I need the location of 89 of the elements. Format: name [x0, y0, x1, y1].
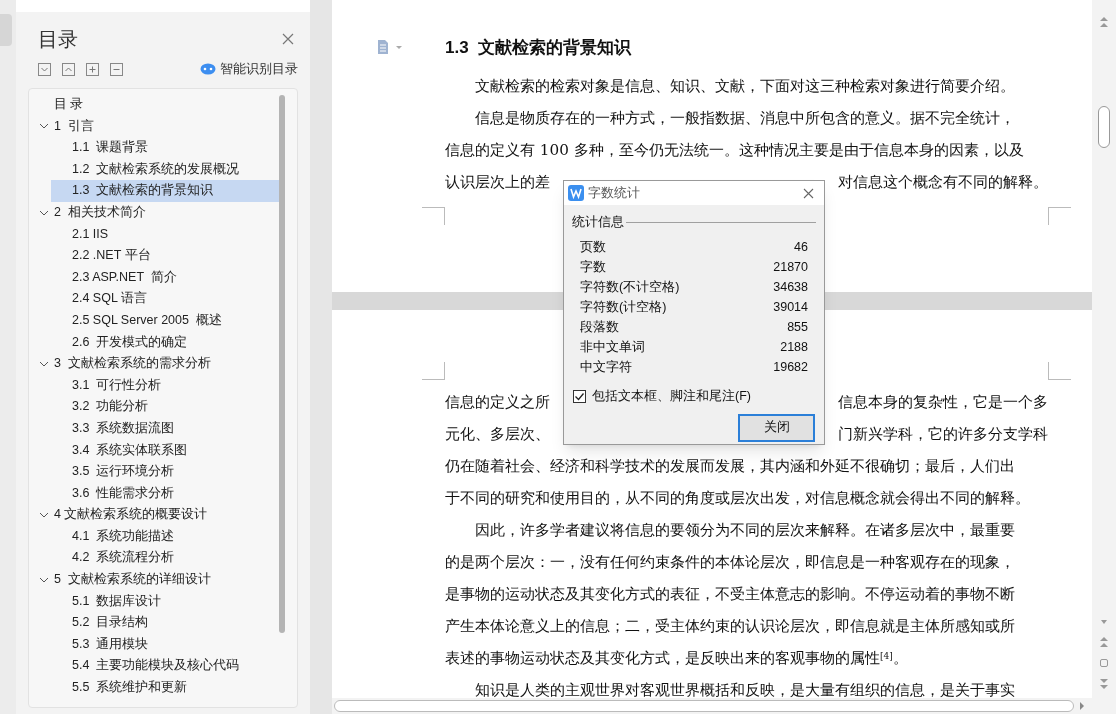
- text-line: 门新兴学科，它的许多分支学科: [838, 423, 1048, 445]
- text-line: 于不同的研究和使用目的，从不同的角度或层次出发，对信息概念就会得出不同的解释。: [445, 488, 1031, 509]
- stat-label: 非中文单词: [580, 339, 645, 357]
- paragraph-menu-icon[interactable]: [377, 40, 403, 54]
- margin-mark: [1048, 362, 1071, 380]
- stat-value: 2188: [780, 339, 808, 357]
- scrollbar-thumb[interactable]: [279, 95, 285, 633]
- stat-label: 字符数(不计空格): [580, 279, 680, 297]
- close-icon[interactable]: [803, 187, 814, 199]
- stat-value: 34638: [773, 279, 808, 297]
- checkbox[interactable]: [573, 389, 586, 403]
- add-icon[interactable]: [86, 62, 99, 76]
- outline-item[interactable]: 4.1 系统功能描述: [51, 525, 279, 548]
- select-browse-icon[interactable]: [1099, 658, 1109, 668]
- outline-item[interactable]: 4.2 系统流程分析: [51, 547, 279, 570]
- stat-label: 字符数(计空格): [580, 299, 667, 317]
- dialog-title: 字数统计: [588, 184, 640, 203]
- scrollbar-thumb[interactable]: [334, 700, 1074, 712]
- margin-mark: [422, 362, 445, 380]
- text-line: 认识层次上的差: [445, 171, 550, 193]
- collapse-all-icon[interactable]: [38, 62, 51, 76]
- stat-value: 39014: [773, 299, 808, 317]
- outline-item[interactable]: 2.3 ASP.NET 简介: [51, 266, 279, 289]
- stat-value: 855: [787, 319, 808, 337]
- outline-item[interactable]: 2.1 IIS: [51, 223, 279, 246]
- outline-item[interactable]: 5 文献检索系统的详细设计: [54, 569, 279, 591]
- outline-item[interactable]: 5.3 通用模块: [51, 633, 279, 656]
- section-heading: 1.3 文献检索的背景知识: [445, 37, 633, 59]
- close-icon[interactable]: [282, 33, 294, 45]
- previous-page-icon[interactable]: [1099, 636, 1109, 648]
- text-line: 因此，许多学者建议将信息的要领分为不同的层次来解释。在诸多层次中，最重要: [474, 520, 1017, 541]
- outline-item[interactable]: 3.3 系统数据流图: [51, 417, 279, 440]
- expand-all-icon[interactable]: [62, 62, 75, 76]
- close-button[interactable]: 关闭: [738, 413, 815, 442]
- outline-item[interactable]: 2.6 开发模式的确定: [51, 331, 279, 354]
- smart-outline-button[interactable]: 智能识别目录: [200, 59, 298, 79]
- text-line: 知识是人类的主观世界对客观世界概括和反映，是大量有组织的信息，是关于事实: [474, 680, 1017, 698]
- margin-mark: [422, 207, 445, 225]
- text-line: 对信息这个概念有不同的解释。: [838, 171, 1048, 193]
- outline-item[interactable]: 目 录: [54, 94, 279, 116]
- outline-item[interactable]: 1.1 课题背景: [51, 137, 279, 159]
- outline-item[interactable]: 2 相关技术简介: [54, 201, 279, 224]
- cloud-icon: [200, 63, 216, 75]
- text-line: 产生本体论意义上的信息；二，受主体约束的认识论层次，即信息就是主体所感知或所: [445, 616, 1016, 637]
- outline-item[interactable]: 3 文献检索系统的需求分析: [54, 353, 279, 375]
- outline-item[interactable]: 2.2 .NET 平台: [51, 245, 279, 267]
- remove-icon[interactable]: [110, 62, 123, 76]
- text-line: 信息本身的复杂性，它是一个多: [838, 391, 1048, 413]
- outline-item[interactable]: 3.1 可行性分析: [51, 374, 279, 397]
- stat-value: 21870: [773, 259, 808, 277]
- text-line: 仍在随着社会、经济和科学技术的发展而发展，其内涵和外延不很确切；最后，人们出: [445, 456, 1016, 477]
- text-line: 的是两个层次：一，没有任何约束条件的本体论层次，即信息是一种客观存在的现象，: [445, 552, 1016, 573]
- group-label: 统计信息: [572, 214, 625, 231]
- outline-item[interactable]: 3.2 功能分析: [51, 396, 279, 418]
- text-line: 信息的定义有 100 多种，至今仍无法统一。这种情况主要是由于信息本身的因素，以及: [445, 140, 1025, 161]
- outline-item[interactable]: 1 引言: [54, 115, 279, 138]
- stat-label: 中文字符: [580, 359, 632, 377]
- outline-item[interactable]: 2.5 SQL Server 2005 概述: [51, 309, 279, 332]
- outline-item[interactable]: 3.4 系统实体联系图: [51, 439, 279, 462]
- stat-label: 段落数: [580, 319, 619, 337]
- margin-mark: [1048, 207, 1071, 225]
- previous-page-icon[interactable]: [1099, 16, 1109, 28]
- next-page-icon[interactable]: [1099, 678, 1109, 690]
- stat-value: 19682: [773, 359, 808, 377]
- outline-item[interactable]: 3.5 运行环境分析: [51, 461, 279, 483]
- text-line: 文献检索的检索对象是信息、知识、文献，下面对这三种检索对象进行简要介绍。: [474, 76, 1017, 97]
- scrollbar-thumb[interactable]: [1098, 106, 1110, 148]
- outline-item[interactable]: 3.6 性能需求分析: [51, 482, 279, 505]
- include-notes-checkbox[interactable]: 包括文本框、脚注和尾注(F): [564, 386, 824, 406]
- outline-item[interactable]: 4 文献检索系统的概要设计: [54, 504, 279, 526]
- app-logo-icon: [568, 185, 584, 201]
- panel-title: 目录: [38, 27, 78, 52]
- stat-label: 字数: [580, 259, 606, 277]
- outline-item[interactable]: 5.5 系统维护和更新: [51, 677, 279, 699]
- text-line: 是事物的运动状态及其变化方式的表征，不受主体意志的影响。不停运动着的事物不断: [445, 584, 1016, 605]
- stat-label: 页数: [580, 239, 606, 257]
- outline-item[interactable]: 2.4 SQL 语言: [51, 288, 279, 310]
- scroll-down-icon[interactable]: [1099, 618, 1109, 626]
- outline-item[interactable]: 5.2 目录结构: [51, 612, 279, 634]
- text-line: 元化、多层次、: [445, 423, 550, 445]
- outline-item[interactable]: 5.1 数据库设计: [51, 590, 279, 613]
- text-line: 信息是物质存在的一种方式，一般指数据、消息中所包含的意义。据不完全统计，: [474, 108, 1017, 129]
- text-line: 信息的定义之所: [445, 391, 550, 413]
- outline-item[interactable]: 1.2 文献检索系统的发展概况: [51, 158, 279, 181]
- outline-item[interactable]: 1.3 文献检索的背景知识: [51, 180, 279, 202]
- outline-item[interactable]: 5.4 主要功能模块及核心代码: [51, 655, 279, 678]
- text-line: 表述的事物运动状态及其变化方式，是反映出来的客观事物的属性$^{[4]}$。: [445, 648, 909, 669]
- scroll-right-icon[interactable]: [1077, 701, 1087, 711]
- stat-value: 46: [794, 239, 808, 257]
